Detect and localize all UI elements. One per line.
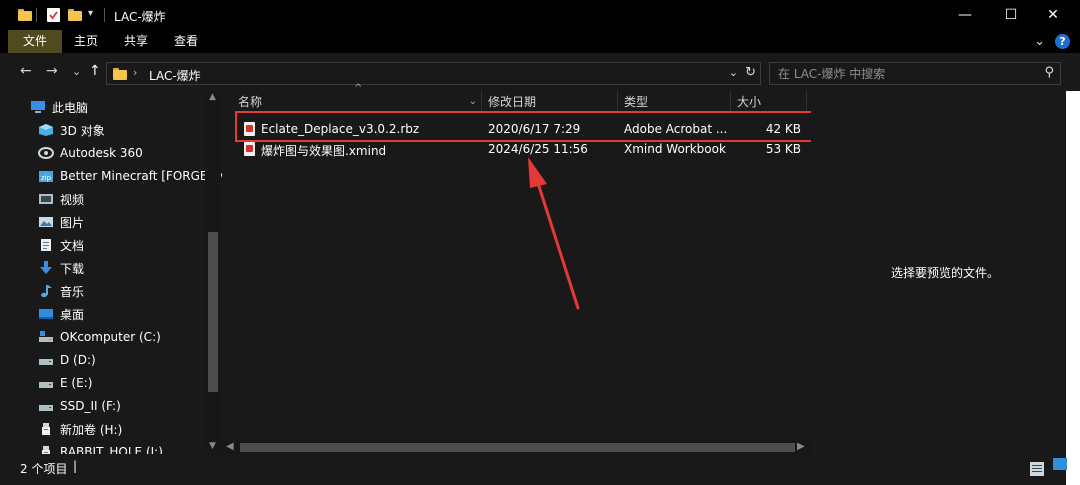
horizontal-scroll-thumb[interactable]: [240, 443, 795, 452]
status-separator: |: [73, 459, 78, 473]
item-count: 2 个项目: [20, 462, 68, 476]
large-icons-view-icon[interactable]: [1053, 458, 1067, 470]
side-strip: [1053, 91, 1080, 485]
scroll-right-icon[interactable]: ▶: [797, 441, 805, 452]
scroll-left-icon[interactable]: ◀: [226, 441, 234, 452]
preview-message: 选择要预览的文件。: [891, 266, 1000, 280]
explorer-window: ▾ LAC-爆炸 — ☐ ✕ 文件 主页 共享 查看 ⌄ ? ← → ⌄ ↑ ›…: [0, 0, 1080, 485]
details-view-icon[interactable]: [1030, 462, 1044, 476]
preview-pane: 选择要预览的文件。: [811, 91, 1080, 454]
status-bar: 2 个项目 |: [0, 455, 1080, 485]
horizontal-scrollbar[interactable]: ◀ ▶: [222, 440, 811, 455]
